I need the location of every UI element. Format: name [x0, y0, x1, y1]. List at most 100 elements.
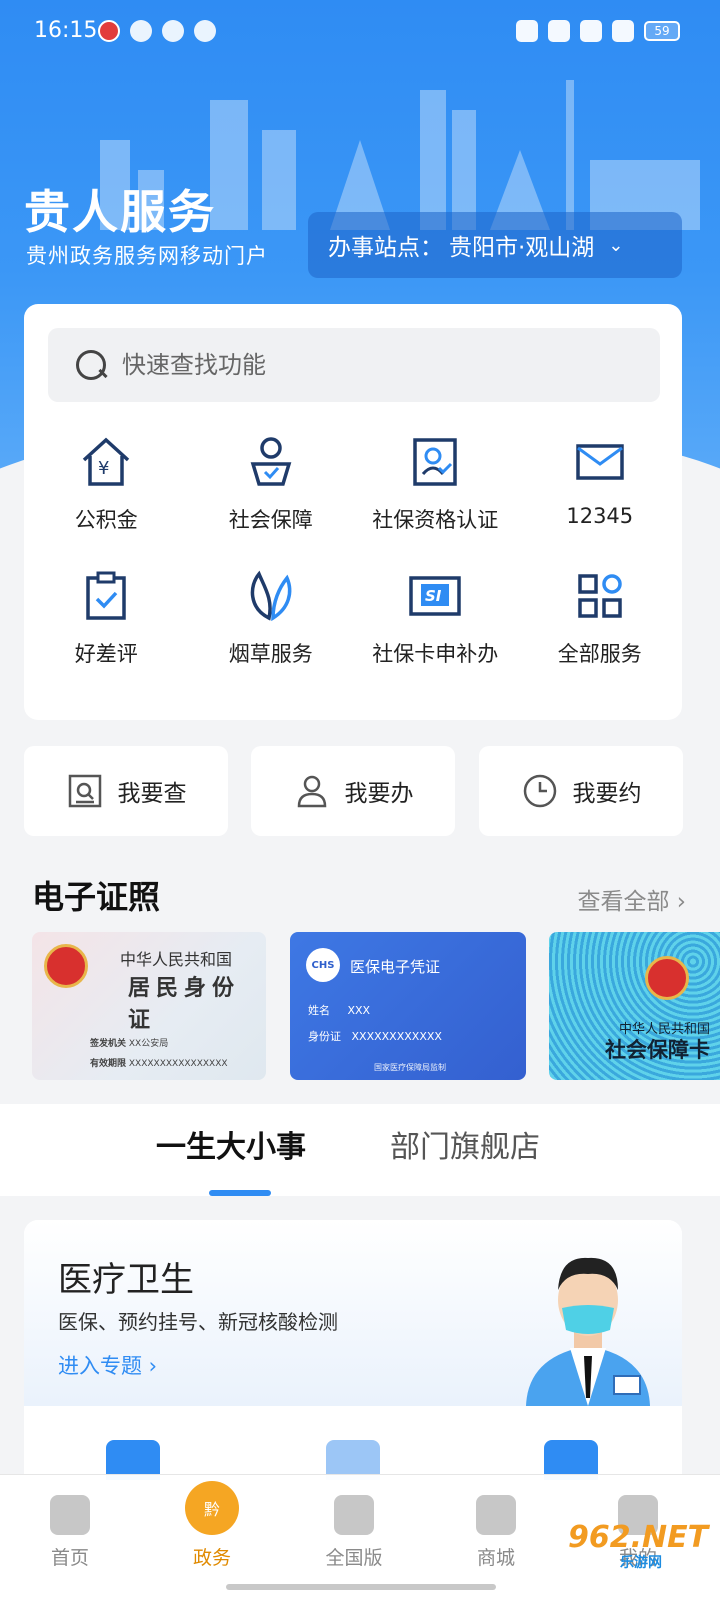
hd-icon [580, 20, 602, 42]
cert-med-footer: 国家医疗保障局监制 [374, 1063, 446, 1072]
chs-logo: CHS [306, 948, 340, 982]
nav-label: 商城 [476, 1547, 515, 1569]
house-yuan-icon: ¥ [83, 437, 130, 486]
leaf-icon [250, 570, 292, 622]
site-watermark: 962.NET 乐游网 [560, 1520, 710, 1571]
cert-id-line1: 中华人民共和国 [120, 950, 233, 969]
view-all-label: 查看全部 [577, 889, 670, 915]
station-label: 办事站点： [328, 235, 443, 261]
nav-item-home[interactable]: 首页 [20, 1495, 120, 1570]
section-title-e-certs: 电子证照 [32, 878, 161, 916]
service-item-qualification-auth[interactable]: 社保资格认证 [353, 434, 518, 534]
nav-label: 政务 [192, 1547, 231, 1569]
tab-life-events[interactable]: 一生大小事 [156, 1122, 306, 1166]
tab-underline [209, 1190, 271, 1196]
watermark-sub: 乐游网 [620, 1555, 662, 1571]
content-tabs: 一生大小事 部门旗舰店 [0, 1104, 720, 1196]
topic-title: 医疗卫生 [58, 1260, 194, 1300]
home-indicator[interactable] [226, 1584, 496, 1590]
watermark-text: 962.NET [568, 1520, 709, 1555]
shop-icon [476, 1495, 516, 1535]
quick-action-label: 我要约 [572, 781, 642, 807]
service-item-12345[interactable]: 12345 [518, 434, 683, 534]
cert-id-valid: 有效期限 XXXXXXXXXXXXXXXX [90, 1059, 228, 1069]
station-value: 贵阳市·观山湖 [449, 235, 595, 261]
status-time: 16:15 [34, 18, 98, 43]
service-grid: ¥ 公积金 社会保障 社保资格认证 12345 好差评 烟草服务 SI 社保卡申… [24, 434, 682, 668]
service-label: 社保卡申补办 [372, 642, 499, 666]
services-card: ¥ 公积金 社会保障 社保资格认证 12345 好差评 烟草服务 SI 社保卡申… [24, 304, 682, 720]
doctor-illustration [526, 1257, 650, 1406]
nav-label: 全国版 [325, 1547, 383, 1569]
service-item-housing-fund[interactable]: ¥ 公积金 [24, 434, 189, 534]
svg-text:¥: ¥ [98, 458, 109, 479]
clipboard-check-icon [86, 571, 126, 620]
signal-icon [612, 20, 634, 42]
national-emblem-icon [44, 944, 88, 988]
id-verify-icon [413, 438, 457, 486]
station-selector[interactable]: 办事站点： 贵阳市·观山湖 ⌄ [308, 212, 682, 278]
svg-text:SI: SI [425, 587, 442, 605]
translate-icon [130, 20, 152, 42]
service-label: 烟草服务 [228, 642, 313, 666]
cert-card-id[interactable]: 中华人民共和国 居民身份证 签发机关 XX公安局 有效期限 XXXXXXXXXX… [32, 932, 266, 1080]
search-input[interactable] [122, 351, 602, 379]
service-label: 全部服务 [557, 642, 642, 666]
search-bar[interactable] [48, 328, 660, 402]
service-item-all-services[interactable]: 全部服务 [518, 568, 683, 668]
status-icons: 59 [516, 20, 680, 42]
cert-id-issuer: 签发机关 XX公安局 [90, 1039, 169, 1049]
cert-id-line2: 居民身份证 [128, 975, 241, 1033]
quick-action-appointment[interactable]: 我要约 [479, 746, 683, 836]
service-label: 社会保障 [228, 508, 313, 532]
view-all-link[interactable]: 查看全部 › [577, 882, 686, 916]
service-label: 社保资格认证 [372, 508, 499, 532]
service-label: 好差评 [74, 642, 138, 666]
tab-department-stores[interactable]: 部门旗舰店 [390, 1122, 540, 1166]
clock-icon [523, 774, 556, 808]
app-notification-icon [98, 20, 120, 42]
battery-icon: 59 [644, 21, 680, 41]
cert-card-social[interactable]: 中华人民共和国 社会保障卡 [549, 932, 720, 1080]
chevron-down-icon: ⌄ [608, 234, 624, 256]
service-label: 公积金 [74, 508, 138, 532]
mail-icon [576, 444, 624, 480]
cert-med-title: 医保电子凭证 [350, 958, 441, 976]
national-icon [334, 1495, 374, 1535]
si-card-icon: SI [409, 576, 461, 616]
chevron-right-icon: › [676, 889, 686, 915]
brand-title: 贵人服务 [24, 185, 216, 239]
home-icon [50, 1495, 90, 1535]
quick-action-label: 我要查 [117, 781, 187, 807]
nav-label: 首页 [50, 1547, 89, 1569]
notification-icons [98, 20, 216, 42]
service-item-tobacco[interactable]: 烟草服务 [189, 568, 354, 668]
cert-card-medical[interactable]: CHS 医保电子凭证 姓名 XXX 身份证 XXXXXXXXXXXX 国家医疗保… [290, 932, 526, 1080]
service-label: 12345 [566, 504, 634, 528]
topic-description: 医保、预约挂号、新冠核酸检测 [58, 1310, 338, 1334]
service-item-social-security[interactable]: 社会保障 [189, 434, 354, 534]
message-icon [194, 20, 216, 42]
quick-action-handle[interactable]: 我要办 [251, 746, 455, 836]
alarm-icon [516, 20, 538, 42]
nav-item-gov[interactable]: 黔 政务 [162, 1481, 262, 1570]
brand-subtitle: 贵州政务服务网移动门户 [26, 244, 268, 268]
cert-med-name: 姓名 XXX [308, 1004, 371, 1017]
person-icon [297, 775, 326, 808]
location-shield-icon [250, 437, 292, 486]
enter-topic-link[interactable]: 进入专题 › [58, 1350, 157, 1380]
cert-soc-line2: 社会保障卡 [605, 1038, 710, 1062]
gov-icon: 黔 [185, 1481, 239, 1535]
national-emblem-icon [645, 956, 689, 1000]
nav-item-shop[interactable]: 商城 [446, 1495, 546, 1570]
service-item-evaluation[interactable]: 好差评 [24, 568, 189, 668]
vibrate-icon [548, 20, 570, 42]
cert-med-id: 身份证 XXXXXXXXXXXX [308, 1030, 442, 1043]
service-item-si-card[interactable]: SI 社保卡申补办 [353, 568, 518, 668]
status-bar: 16:15 59 [0, 0, 720, 62]
search-doc-icon [68, 774, 101, 808]
wechat-icon [162, 20, 184, 42]
search-icon [74, 348, 108, 382]
nav-item-national[interactable]: 全国版 [304, 1495, 404, 1570]
quick-action-query[interactable]: 我要查 [24, 746, 228, 836]
